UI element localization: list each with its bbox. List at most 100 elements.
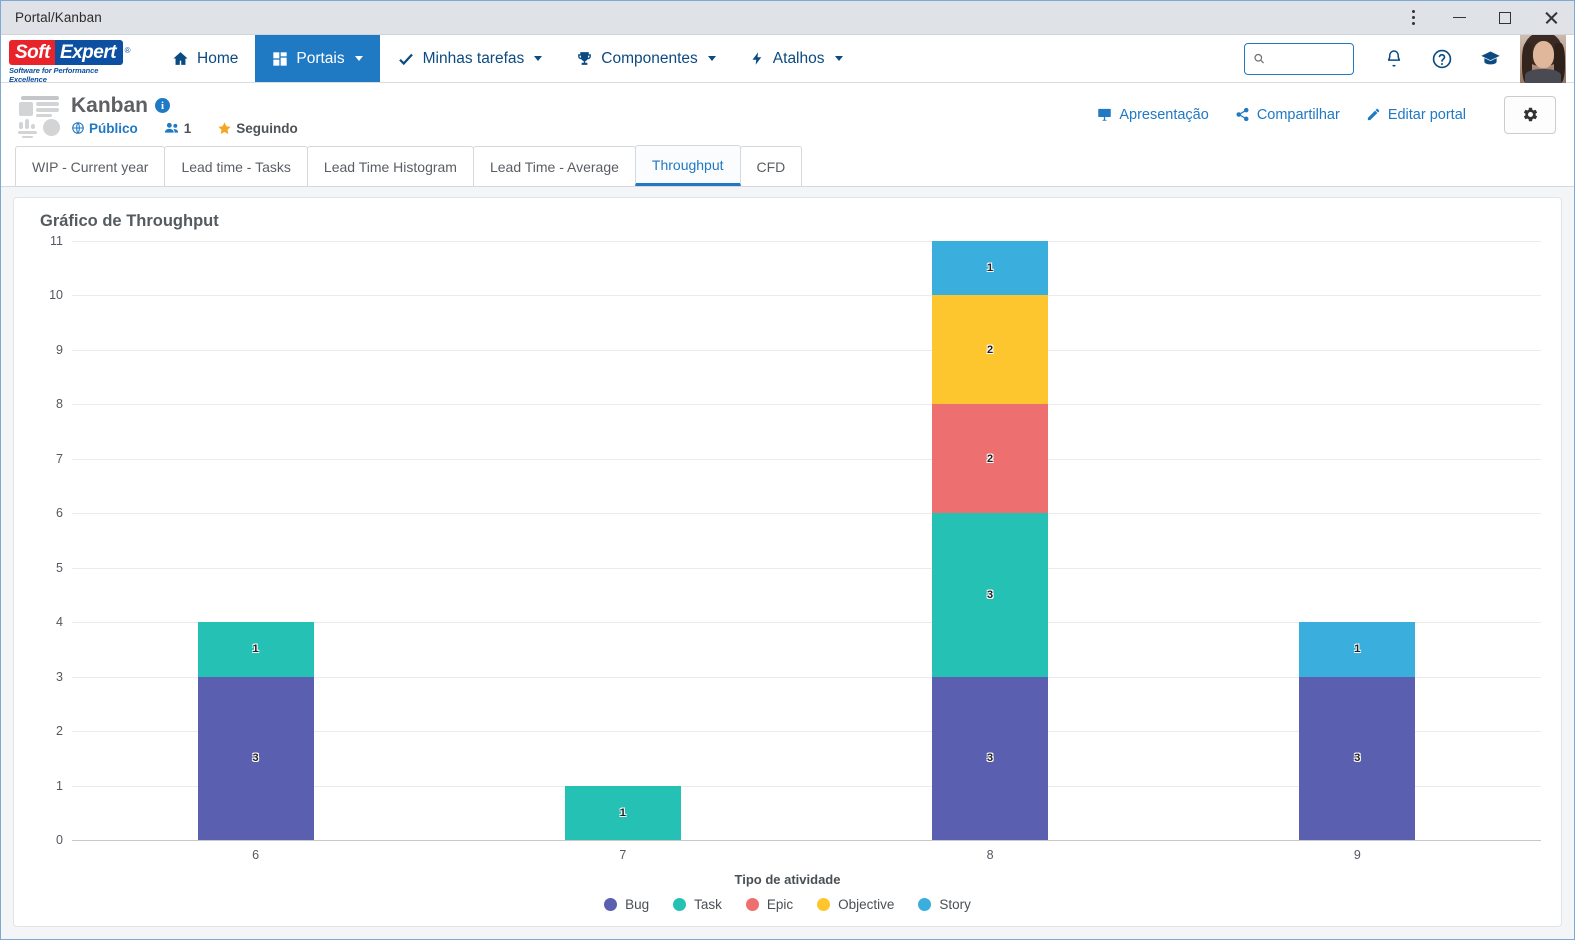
share-icon [1236,107,1249,122]
legend-color-swatch [817,898,831,911]
y-axis-tick: 4 [56,615,63,630]
registered-trademark-icon: ® [124,45,131,55]
y-axis-tick: 9 [56,342,63,357]
close-icon [1544,11,1558,25]
portal-header: Kanban i Público 1 Seguindo Apresentação… [1,83,1574,146]
search-box[interactable] [1244,42,1354,75]
chart-plot-area: 0 1 2 3 4 5 6 7 8 9 10 11 3113322131 [49,234,1541,847]
logo-wordmark: Soft Expert ® [9,39,137,65]
y-axis-tick: 7 [56,451,63,466]
user-avatar[interactable] [1520,34,1566,83]
chevron-down-icon [707,56,716,61]
share-button[interactable]: Compartilhar [1235,107,1340,123]
y-axis-tick: 10 [49,288,63,303]
y-axis-tick: 3 [56,669,63,684]
legend-label: Epic [766,897,794,912]
legend-label: Story [939,897,971,912]
users-icon [164,122,178,133]
tab-wip-current-year[interactable]: WIP - Current year [15,146,166,186]
window-menu-button[interactable] [1390,1,1436,34]
nav-item-minhas-tarefas[interactable]: Minhas tarefas [380,35,560,82]
chevron-down-icon [354,56,363,61]
chart-bar-segment-bug[interactable]: 3 [197,676,314,840]
tab-lead-time-tasks[interactable]: Lead time - Tasks [164,146,308,186]
notifications-bell-icon [1387,50,1401,67]
logo-expert-label: Expert [59,41,117,63]
presentation-label: Apresentação [1119,106,1209,123]
chart-bar-segment-task[interactable]: 1 [564,785,681,840]
chart-bar-column[interactable]: 1 [564,785,681,840]
chart-bar-segment-task[interactable]: 1 [197,622,314,677]
chart-bar-segment-epic[interactable]: 2 [932,404,1049,514]
tab-lead-time-average[interactable]: Lead Time - Average [472,146,636,186]
window-maximize-button[interactable] [1482,1,1528,34]
logo-soft-text: Soft [9,39,55,65]
notifications-button[interactable] [1370,35,1418,83]
help-question-icon [1432,49,1452,68]
bolt-icon [752,52,762,65]
nav-item-home[interactable]: Home [155,35,255,82]
avatar-body [1525,68,1561,83]
y-axis-tick: 8 [56,397,63,412]
chart-bar-segment-story[interactable]: 1 [932,241,1049,296]
softexpert-logo[interactable]: Soft Expert ® Software for Performance E… [9,39,137,84]
legend-item-objective[interactable]: Objective [817,897,894,912]
portal-following[interactable]: Seguindo [217,121,298,136]
y-axis-tick: 5 [56,560,63,575]
grid-icon [273,51,288,66]
info-icon[interactable]: i [155,98,171,113]
portal-following-label: Seguindo [236,120,298,136]
legend-color-swatch [673,898,687,911]
dashboard-content: Gráfico de Throughput 0 1 2 3 4 5 6 7 8 9 10 11 311… [1,187,1574,939]
page-title: Kanban [71,93,149,117]
chart-bar-segment-story[interactable]: 1 [1299,622,1416,677]
presentation-button[interactable]: Apresentação [1097,106,1209,123]
y-axis-tick: 2 [56,724,63,739]
nav-item-portais-label: Portais [296,49,345,67]
chart-bar-column[interactable]: 31 [197,622,314,840]
search-icon [1254,53,1264,64]
logo-tagline: Software for Performance Excellence [9,65,99,84]
logo-expert-text: Expert ® [54,39,131,65]
chart-title: Gráfico de Throughput [40,212,219,230]
portal-members: 1 [164,120,192,136]
window-close-button[interactable] [1528,1,1574,34]
edit-portal-label: Editar portal [1387,106,1466,123]
dashboard-tabs: WIP - Current year Lead time - Tasks Lea… [1,145,1574,187]
tab-throughput[interactable]: Throughput [634,145,741,186]
chart-bar-column[interactable]: 33221 [932,241,1049,840]
gear-icon [1523,107,1537,122]
edit-portal-button[interactable]: Editar portal [1366,107,1466,123]
nav-item-atalhos[interactable]: Atalhos [733,35,860,82]
portal-settings-button[interactable] [1504,95,1556,134]
chart-bar-segment-objective[interactable]: 2 [932,295,1049,405]
legend-item-task[interactable]: Task [673,897,722,912]
legend-label: Task [694,897,722,912]
academy-button[interactable] [1466,35,1514,83]
nav-item-componentes[interactable]: Componentes [559,35,733,82]
portal-members-count: 1 [183,120,192,136]
help-button[interactable] [1418,35,1466,83]
chart-bar-segment-task[interactable]: 3 [932,513,1049,677]
portal-title-group: Kanban i Público 1 Seguindo [71,94,298,136]
home-icon [173,52,188,65]
chart-bar-column[interactable]: 31 [1299,622,1416,840]
search-input[interactable] [1271,51,1345,66]
legend-color-swatch [604,898,618,911]
chart-bar-segment-bug[interactable]: 3 [1299,676,1416,840]
portal-title-row: Kanban i [71,94,298,118]
x-axis-label: Tipo de atividade [734,872,841,887]
chart-bar-segment-bug[interactable]: 3 [932,676,1049,840]
portal-meta: Público 1 Seguindo [71,121,298,136]
legend-item-epic[interactable]: Epic [745,897,794,912]
x-axis-tick: 6 [252,848,260,862]
x-axis-tick: 7 [619,848,627,862]
tab-cfd[interactable]: CFD [739,146,803,186]
nav-item-portais[interactable]: Portais [255,35,380,82]
tab-lead-time-histogram[interactable]: Lead Time Histogram [306,146,474,186]
legend-item-story[interactable]: Story [918,897,971,912]
application-window: Portal/Kanban Soft Expert ® Software for… [0,0,1575,940]
legend-item-bug[interactable]: Bug [604,897,649,912]
window-title: Portal/Kanban [15,10,102,25]
window-minimize-button[interactable] [1436,1,1482,34]
